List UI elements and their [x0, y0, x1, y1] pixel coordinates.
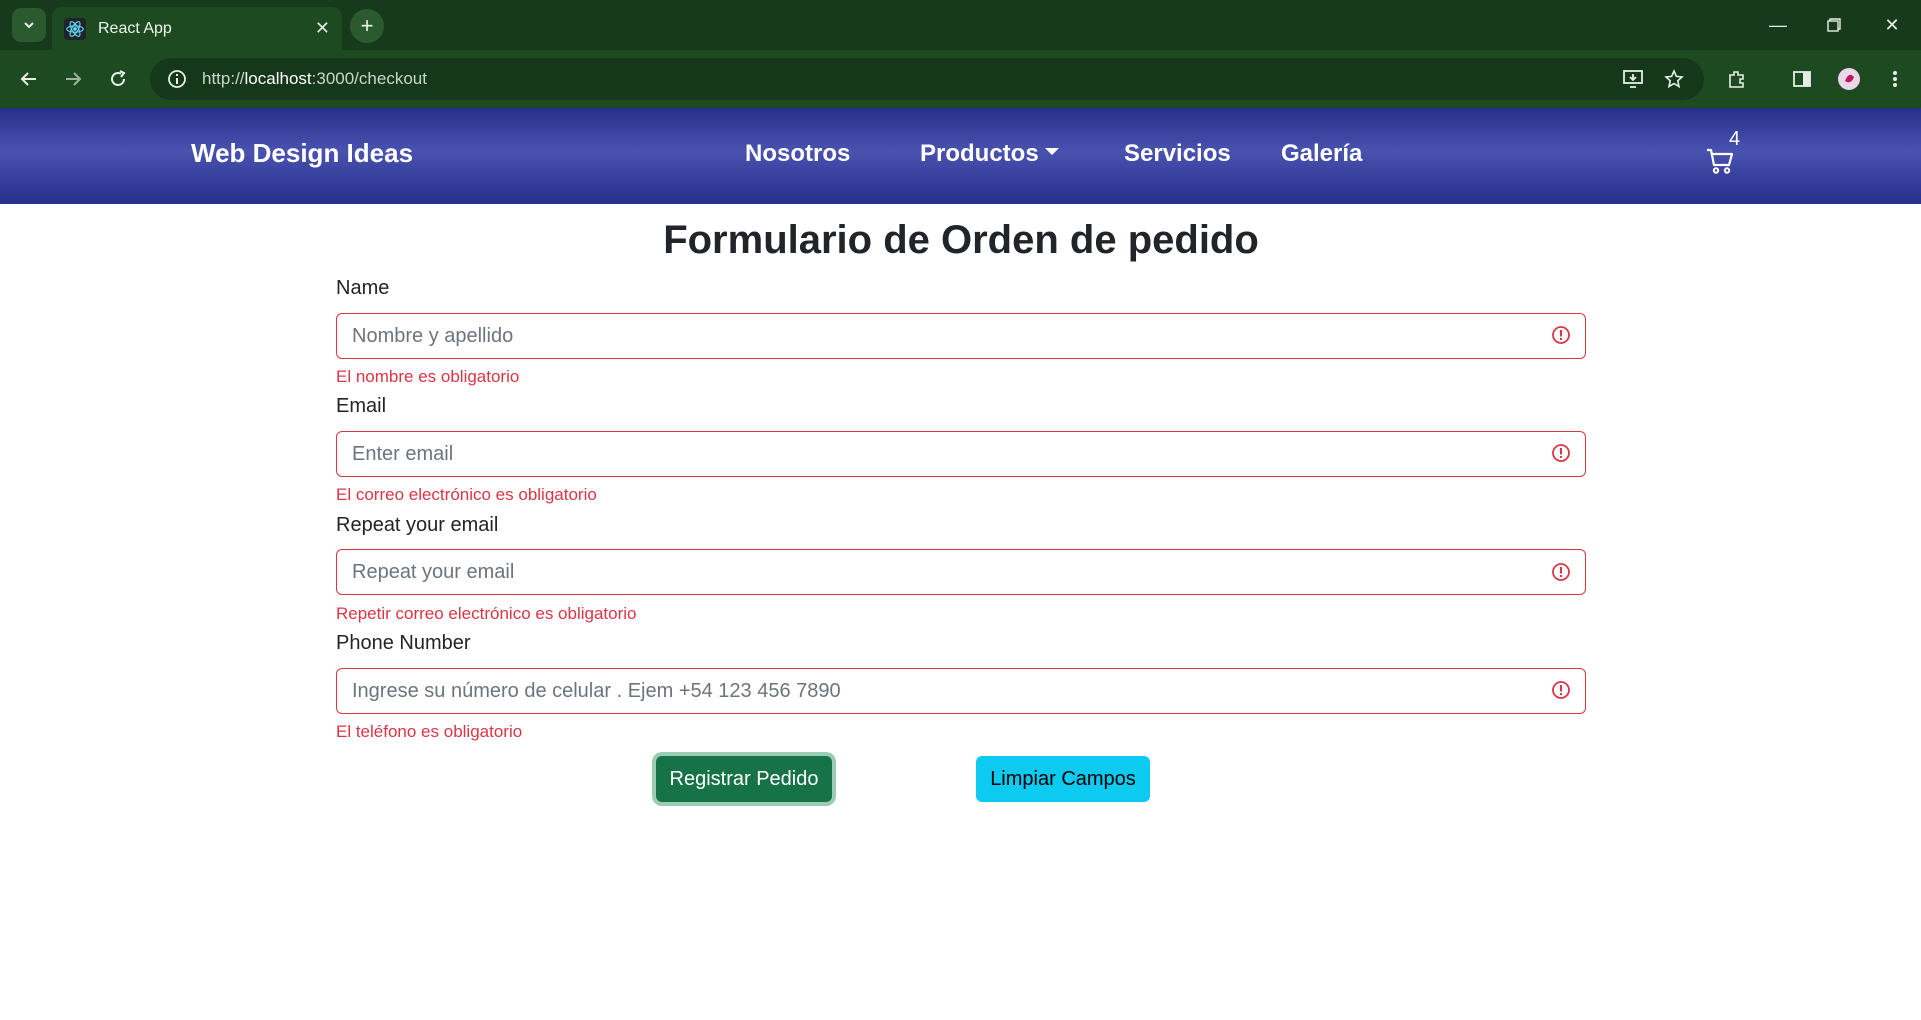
phone-field[interactable]: [336, 668, 1586, 714]
nav-link-nosotros[interactable]: Nosotros: [745, 140, 850, 168]
repeat-email-field[interactable]: [336, 549, 1586, 595]
address-bar[interactable]: http://localhost:3000/checkout: [150, 58, 1704, 100]
reload-icon[interactable]: [101, 62, 135, 96]
tab-strip: React App ✕ + — ✕: [0, 0, 1921, 50]
plus-icon[interactable]: +: [350, 9, 384, 43]
more-menu-icon[interactable]: [1878, 62, 1912, 96]
name-error: El nombre es obligatorio: [336, 367, 520, 386]
active-tab[interactable]: React App ✕: [52, 7, 342, 50]
chevron-down-icon: [1044, 148, 1059, 156]
url-host: localhost: [244, 69, 312, 88]
site-info-icon[interactable]: [166, 68, 188, 90]
forward-icon[interactable]: [56, 62, 90, 96]
restore-icon[interactable]: [1814, 10, 1854, 40]
url-prefix: http://: [202, 69, 245, 88]
clear-fields-button[interactable]: Limpiar Campos: [976, 756, 1150, 802]
error-icon: [1552, 444, 1570, 462]
phone-error: El teléfono es obligatorio: [336, 722, 523, 741]
repeat-email-error: Repetir correo electrónico es obligatori…: [336, 604, 637, 623]
submit-order-button[interactable]: Registrar Pedido: [656, 756, 832, 802]
extensions-icon[interactable]: [1720, 62, 1754, 96]
tab-title: React App: [98, 19, 172, 37]
brand-logo[interactable]: Web Design Ideas: [191, 138, 413, 169]
email-field[interactable]: [336, 431, 1586, 477]
nav-link-servicios[interactable]: Servicios: [1124, 140, 1231, 168]
install-app-icon[interactable]: [1616, 62, 1650, 96]
close-icon[interactable]: ✕: [315, 18, 330, 39]
error-icon: [1552, 681, 1570, 699]
repeat-email-label: Repeat your email: [336, 514, 499, 536]
react-favicon-icon: [64, 17, 86, 40]
nav-link-productos[interactable]: Productos: [920, 140, 1059, 168]
minimize-icon[interactable]: —: [1758, 10, 1798, 40]
tab-search-icon[interactable]: [12, 8, 46, 42]
name-field[interactable]: [336, 313, 1586, 359]
error-icon: [1552, 563, 1570, 581]
profile-avatar[interactable]: [1832, 62, 1866, 96]
browser-toolbar: http://localhost:3000/checkout: [0, 50, 1921, 108]
back-icon[interactable]: [12, 62, 46, 96]
email-label: Email: [336, 395, 387, 417]
email-error: El correo electrónico es obligatorio: [336, 485, 597, 504]
site-navbar: Web Design Ideas Nosotros Productos Serv…: [0, 108, 1921, 204]
url-path: :3000/checkout: [311, 69, 427, 88]
close-window-icon[interactable]: ✕: [1872, 10, 1912, 40]
side-panel-icon[interactable]: [1785, 62, 1819, 96]
star-icon[interactable]: [1657, 62, 1691, 96]
name-label: Name: [336, 277, 390, 299]
nav-link-galeria[interactable]: Galería: [1281, 140, 1362, 168]
phone-label: Phone Number: [336, 632, 471, 654]
browser-chrome: React App ✕ + — ✕ http://localhost:3000/…: [0, 0, 1921, 108]
nav-link-productos-label: Productos: [920, 140, 1039, 167]
error-icon: [1552, 326, 1570, 344]
cart-count-badge: 4: [1729, 128, 1741, 150]
page-title: Formulario de Orden de pedido: [663, 218, 1259, 262]
